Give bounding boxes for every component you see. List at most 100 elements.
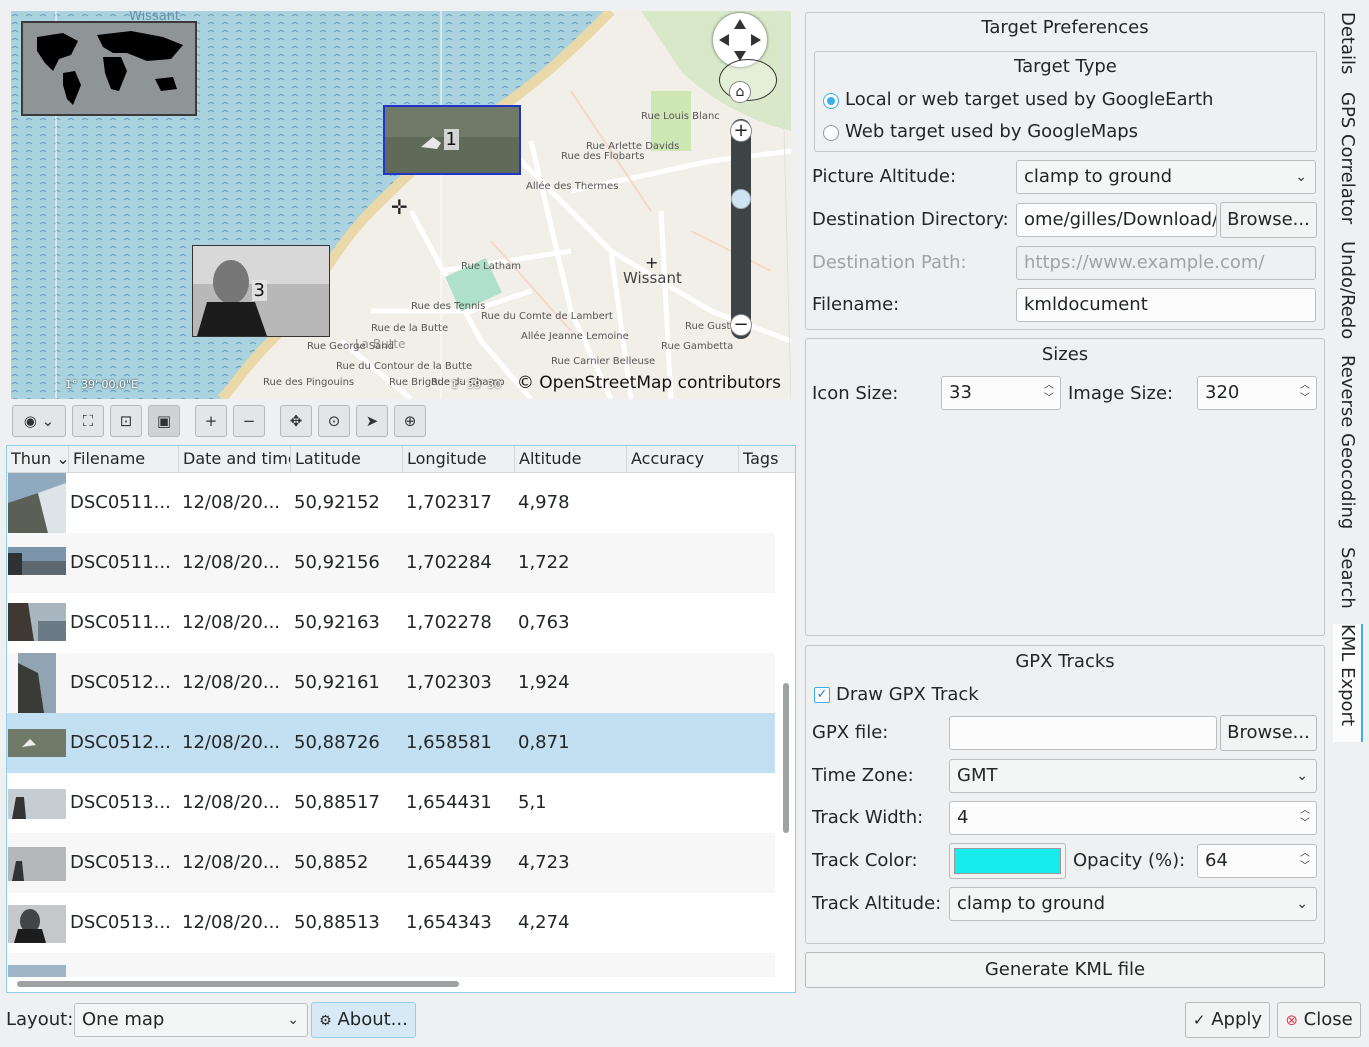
about-button[interactable]: ⚙ About... xyxy=(311,1002,416,1038)
radio-web-label[interactable]: Web target used by GoogleMaps xyxy=(845,121,1138,142)
world-minimap[interactable] xyxy=(21,21,197,116)
opacity-spinbox[interactable]: 64 ︿ ﹀ xyxy=(1197,844,1317,878)
destination-path-input[interactable]: https://www.example.com/ xyxy=(1016,246,1316,280)
cell-longitude: 1,654343 xyxy=(406,912,492,933)
minus-icon: − xyxy=(242,412,256,430)
column-header-tags[interactable]: Tags xyxy=(739,446,795,473)
globe-menu-button[interactable]: ◉ ⌄ xyxy=(12,405,66,437)
spin-arrows-icon[interactable]: ︿ ﹀ xyxy=(1044,379,1054,405)
layout-combobox[interactable]: One map ⌄ xyxy=(74,1003,308,1037)
chevron-down-icon: ⌄ xyxy=(1296,896,1308,912)
street-label: Rue du Contour de la Butte xyxy=(336,361,473,372)
table-row[interactable]: DSC0512... 12/08/20... 50,92161 1,702303… xyxy=(7,653,775,713)
track-color-button[interactable] xyxy=(949,843,1066,879)
tab-gps-correlator[interactable]: GPS Correlator xyxy=(1333,92,1363,240)
longitude-label: 1° 39' 30 xyxy=(451,378,502,391)
table-row[interactable]: DSC0511... 12/08/20... 50,92163 1,702278… xyxy=(7,593,775,653)
browse-gpx-button[interactable]: Browse... xyxy=(1220,715,1317,751)
table-row[interactable]: DSC0513... 12/08/20... 50,88517 1,654431… xyxy=(7,773,775,833)
select-region-button[interactable]: ⊙ xyxy=(318,405,350,437)
table-row-selected[interactable]: DSC0512... 12/08/20... 50,88726 1,658581… xyxy=(7,713,775,773)
cell-filename: DSC0511... xyxy=(70,552,171,573)
track-width-spinbox[interactable]: 4 ︿ ﹀ xyxy=(949,801,1317,835)
tab-details[interactable]: Details xyxy=(1333,12,1363,90)
tab-reverse-geocoding[interactable]: Reverse Geocoding xyxy=(1333,355,1363,545)
target-type-group: Target Type Local or web target used by … xyxy=(814,51,1317,152)
map-view[interactable]: Wissant Wissant + Rue Louis Blanc Rue Ar… xyxy=(11,11,791,399)
zoom-out-button[interactable]: − xyxy=(730,314,752,336)
column-header-altitude[interactable]: Altitude xyxy=(515,446,627,473)
tab-undo-redo[interactable]: Undo/Redo xyxy=(1333,241,1363,353)
filename-input[interactable]: kmldocument xyxy=(1016,288,1316,322)
draw-gpx-track-label[interactable]: Draw GPX Track xyxy=(836,684,979,705)
table-row-partial[interactable] xyxy=(7,953,775,977)
zoom-in-button[interactable]: + xyxy=(730,120,752,142)
zoom-out-toolbar-button[interactable]: − xyxy=(233,405,265,437)
chevron-down-icon: ⌄ xyxy=(287,1012,299,1028)
row-thumbnail xyxy=(8,473,66,533)
radio-local-label[interactable]: Local or web target used by GoogleEarth xyxy=(845,89,1213,110)
table-row[interactable]: DSC0513... 12/08/20... 50,88513 1,654343… xyxy=(7,893,775,953)
place-marker-icon: + xyxy=(645,253,659,272)
track-altitude-combobox[interactable]: clamp to ground ⌄ xyxy=(949,887,1317,921)
group-title: Target Preferences xyxy=(981,17,1149,38)
image-list-table[interactable]: Thun ⌄ Filename Date and time Latitude L… xyxy=(6,445,796,993)
tab-search[interactable]: Search xyxy=(1333,547,1363,622)
street-label: Rue Latham xyxy=(461,261,521,272)
icon-size-spinbox[interactable]: 33 ︿ ﹀ xyxy=(941,376,1061,410)
filter-button[interactable]: ⊕ xyxy=(394,405,426,437)
horizontal-scrollbar[interactable] xyxy=(17,981,459,987)
select-mode-button[interactable]: ➤ xyxy=(356,405,388,437)
home-icon[interactable]: ⌂ xyxy=(729,81,751,103)
draw-gpx-track-checkbox[interactable]: ✓ xyxy=(814,687,830,703)
move-icon: ✥ xyxy=(289,412,303,430)
table-row[interactable]: DSC0511... 12/08/20... 50,92156 1,702284… xyxy=(7,533,775,593)
street-label: Allée Jeanne Lemoine xyxy=(521,331,629,342)
vertical-scrollbar[interactable] xyxy=(783,683,789,833)
zoom-in-toolbar-button[interactable]: + xyxy=(195,405,227,437)
time-zone-combobox[interactable]: GMT ⌄ xyxy=(949,759,1317,793)
zoom-slider[interactable] xyxy=(731,119,751,339)
gpx-file-label: GPX file: xyxy=(812,722,889,743)
column-header-longitude[interactable]: Longitude xyxy=(403,446,515,473)
spin-arrows-icon[interactable]: ︿ ﹀ xyxy=(1300,379,1310,405)
zoom-selection-icon: ⊡ xyxy=(119,412,133,430)
generate-kml-button[interactable]: Generate KML file xyxy=(805,952,1325,988)
tab-kml-export[interactable]: KML Export xyxy=(1333,624,1363,742)
table-row[interactable]: DSC0511... 12/08/20... 50,92152 1,702317… xyxy=(7,473,775,533)
sizes-group: Sizes Icon Size: 33 ︿ ﹀ Image Size: 320 ︿… xyxy=(805,338,1325,636)
cell-latitude: 50,8852 xyxy=(294,852,369,873)
spin-arrows-icon[interactable]: ︿ ﹀ xyxy=(1300,847,1310,873)
pan-mode-button[interactable]: ✥ xyxy=(280,405,312,437)
cell-altitude: 4,978 xyxy=(518,492,570,513)
show-thumbnails-button[interactable]: ▣ xyxy=(148,405,180,437)
photo-marker-1[interactable]: 1 xyxy=(383,105,521,175)
zoom-slider-handle[interactable] xyxy=(731,189,751,209)
cell-altitude: 1,722 xyxy=(518,552,570,573)
layout-label: Layout: xyxy=(6,1009,74,1030)
apply-label: Apply xyxy=(1211,1009,1263,1030)
table-row[interactable]: DSC0513... 12/08/20... 50,8852 1,654439 … xyxy=(7,833,775,893)
column-header-accuracy[interactable]: Accuracy xyxy=(627,446,739,473)
browse-directory-button[interactable]: Browse... xyxy=(1220,202,1317,238)
gpx-file-input[interactable] xyxy=(949,716,1217,750)
spin-arrows-icon[interactable]: ︿ ﹀ xyxy=(1300,804,1310,830)
picture-altitude-combobox[interactable]: clamp to ground ⌄ xyxy=(1016,160,1316,194)
plus-icon: + xyxy=(204,412,218,430)
opacity-value: 64 xyxy=(1205,850,1228,871)
close-button[interactable]: ⊗ Close xyxy=(1277,1002,1361,1038)
column-header-thumbnail[interactable]: Thun ⌄ xyxy=(7,446,69,473)
apply-button[interactable]: ✓ Apply xyxy=(1185,1002,1270,1038)
group-title: GPX Tracks xyxy=(1015,651,1115,672)
column-header-filename[interactable]: Filename xyxy=(69,446,179,473)
photo-marker-3[interactable]: 3 xyxy=(192,245,330,337)
radio-web-target[interactable] xyxy=(823,125,839,141)
zoom-fit-button[interactable]: ⛶ xyxy=(72,405,104,437)
image-size-spinbox[interactable]: 320 ︿ ﹀ xyxy=(1197,376,1317,410)
radio-local-target[interactable] xyxy=(823,93,839,109)
column-header-latitude[interactable]: Latitude xyxy=(291,446,403,473)
column-header-date[interactable]: Date and time xyxy=(179,446,291,473)
destination-directory-input[interactable]: ome/gilles/Download/ xyxy=(1016,203,1217,237)
cell-latitude: 50,92163 xyxy=(294,612,380,633)
zoom-selection-button[interactable]: ⊡ xyxy=(110,405,142,437)
